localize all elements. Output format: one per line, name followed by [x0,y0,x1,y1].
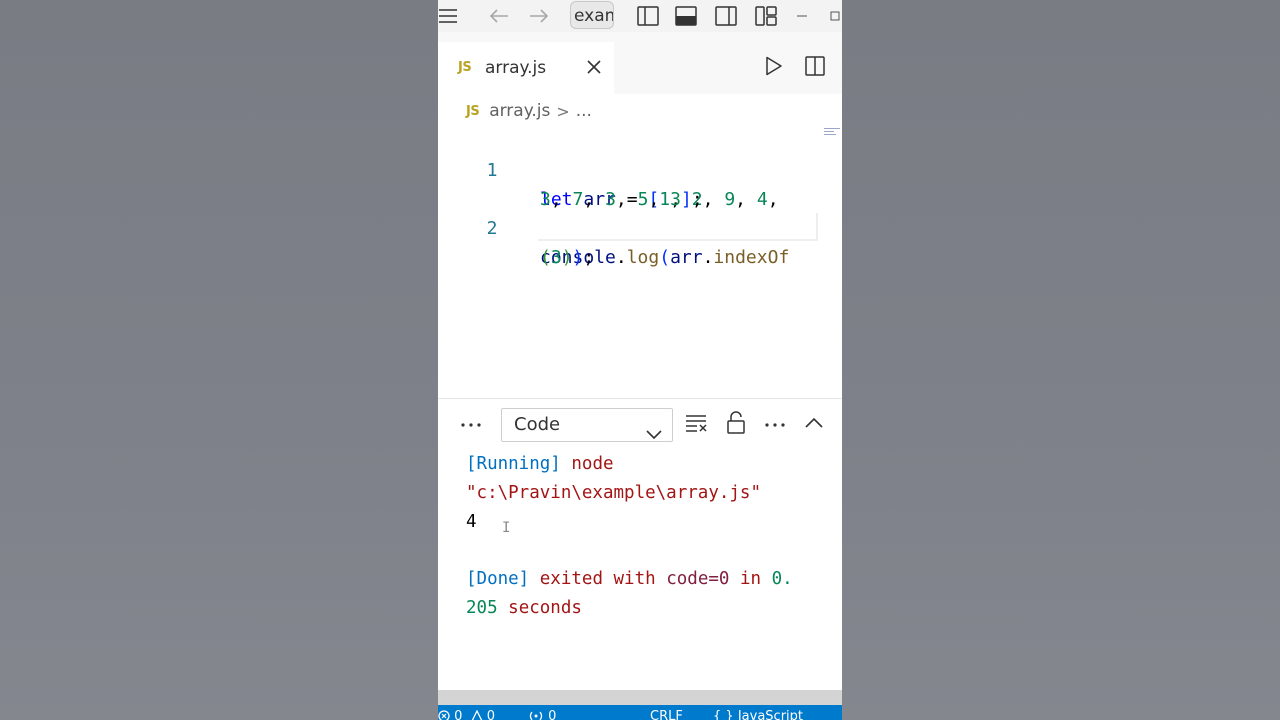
toggle-panel-icon[interactable] [675,4,697,28]
run-icon[interactable] [765,56,783,80]
problems-status[interactable]: 0 0 [438,709,495,720]
javascript-file-icon: JS [466,103,480,119]
customize-layout-icon[interactable] [755,4,777,28]
broadcast-icon [529,711,543,720]
code-editor[interactable]: 1 let arr = [1, 2, 9, 4, 3, 7, 3, 5, 3];… [438,126,842,398]
breadcrumb-file[interactable]: array.js [489,101,550,121]
horizontal-scrollbar[interactable] [438,690,842,705]
output-channel-value: Code [514,414,561,435]
code-text: 3, 7, 3, 5, 3]; [540,189,703,210]
maximize-icon[interactable] [830,4,840,28]
minimap[interactable] [824,126,840,138]
editor-tab-bar: JS array.js [438,32,842,94]
toggle-primary-sidebar-icon[interactable] [637,4,659,28]
chevron-down-icon [646,419,662,451]
error-count: 0 [454,709,463,720]
ports-count: 0 [548,709,557,720]
code-line-2: 2 console.log(arr.indexOf [438,185,790,268]
warning-icon [471,709,482,720]
breadcrumb-separator: > [556,101,570,121]
chevron-up-icon[interactable] [805,415,823,434]
current-line-highlight [538,213,818,241]
output-line: 205 seconds [466,598,582,618]
code-text: (3)); [540,247,595,268]
vscode-window: exam JS array.js [438,0,842,720]
output-channel-select[interactable]: Code [501,408,673,442]
background-left [0,0,438,720]
status-bar: 0 0 0 CRLF { } JavaScript [438,705,842,720]
title-bar: exam [438,0,842,32]
error-icon [438,710,450,720]
close-icon[interactable] [586,59,602,79]
back-arrow-icon[interactable] [488,4,510,28]
braces-icon: { } [713,709,734,720]
warning-count: 0 [486,709,495,720]
more-actions-icon[interactable] [764,415,786,439]
tab-array-js[interactable]: JS array.js [438,42,614,94]
command-center-search[interactable]: exam [570,1,614,29]
forward-arrow-icon[interactable] [528,4,550,28]
background-right [842,0,1280,720]
clear-output-icon[interactable] [685,413,709,437]
language-mode-status[interactable]: { } JavaScript [713,709,803,720]
split-editor-icon[interactable] [805,56,825,80]
search-text: exam [574,6,613,26]
output-panel-header: Code [438,399,842,449]
language-label: JavaScript [737,709,803,720]
text-cursor-icon: I [502,520,511,536]
eol-status[interactable]: CRLF [650,709,683,720]
breadcrumb: JS array.js > ... [466,98,592,124]
output-line: [Done] exited with code=0 in 0. [466,569,793,589]
output-line: "c:\Pravin\example\array.js" [466,483,762,503]
menu-icon[interactable] [438,4,458,28]
code-line-1-wrap: 3, 7, 3, 5, 3]; [438,156,703,210]
breadcrumb-symbols[interactable]: ... [576,101,592,121]
tab-label: array.js [485,58,547,78]
toggle-secondary-sidebar-icon[interactable] [715,4,737,28]
lock-icon[interactable] [726,411,746,439]
code-line-1: 1 let arr = [1, 2, 9, 4, [438,127,779,210]
minimize-icon[interactable] [796,4,808,28]
more-views-icon[interactable] [460,415,482,439]
ports-status[interactable]: 0 [528,709,556,720]
output-line: 4 [466,512,477,532]
javascript-file-icon: JS [458,60,472,75]
output-line: [Running] node [466,454,614,474]
code-line-2-wrap: (3)); [438,214,594,268]
